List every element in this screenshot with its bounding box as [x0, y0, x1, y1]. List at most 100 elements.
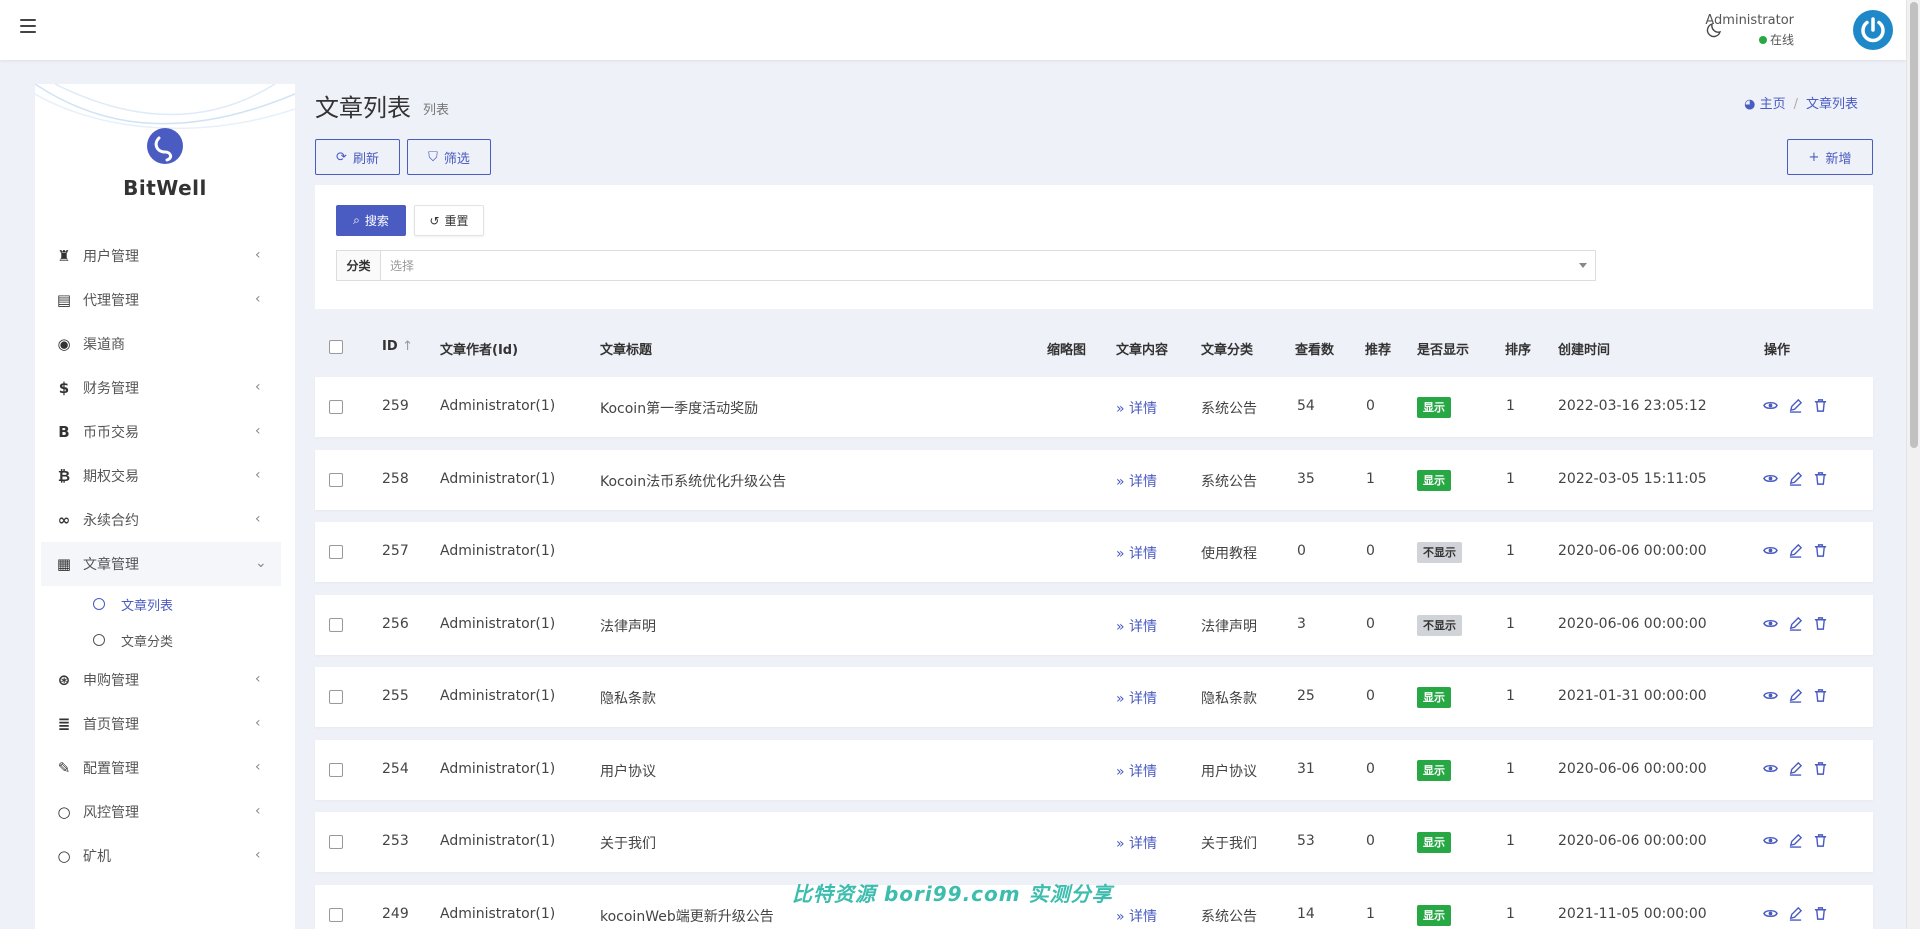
eye-icon[interactable]	[1763, 616, 1778, 631]
refresh-button[interactable]: ⟳ 刷新	[315, 139, 400, 175]
trash-icon[interactable]	[1813, 398, 1828, 413]
detail-link[interactable]: » 详情	[1116, 471, 1157, 491]
trash-icon[interactable]	[1813, 543, 1828, 558]
page-scrollbar[interactable]	[1906, 0, 1920, 929]
status-badge: 显示	[1417, 470, 1451, 491]
cell-title: Kocoin第一季度活动奖励	[600, 401, 759, 417]
sidebar-item-perpetual[interactable]: ∞ 永续合约 ‹	[41, 498, 281, 542]
page-subtitle: 列表	[423, 103, 450, 118]
link-icon: ∞	[57, 511, 71, 529]
detail-link[interactable]: » 详情	[1116, 833, 1157, 853]
cell-id: 259	[382, 398, 409, 414]
detail-link[interactable]: » 详情	[1116, 761, 1157, 781]
edit-icon[interactable]	[1788, 471, 1803, 486]
avatar[interactable]	[1853, 10, 1893, 50]
scrollbar-thumb[interactable]	[1910, 2, 1918, 448]
cell-created: 2020-06-06 00:00:00	[1558, 616, 1707, 632]
eye-icon[interactable]	[1763, 543, 1778, 558]
circle-icon	[93, 634, 105, 646]
detail-link[interactable]: » 详情	[1116, 688, 1157, 708]
sidebar-item-homepage[interactable]: ≣ 首页管理 ‹	[41, 702, 281, 746]
add-button-label: 新增	[1825, 151, 1852, 167]
circle-icon: ○	[57, 803, 71, 821]
sidebar-item-miner[interactable]: ○ 矿机 ‹	[41, 834, 281, 878]
sidebar-item-spot-trading[interactable]: B 币币交易 ‹	[41, 410, 281, 454]
edit-icon[interactable]	[1788, 906, 1803, 921]
edit-icon[interactable]	[1788, 833, 1803, 848]
eye-icon[interactable]	[1763, 833, 1778, 848]
column-id[interactable]: ID ↑	[382, 339, 413, 354]
edit-icon[interactable]	[1788, 398, 1803, 413]
cell-author: Administrator(1)	[440, 688, 556, 704]
detail-link[interactable]: » 详情	[1116, 543, 1157, 563]
eye-icon[interactable]	[1763, 761, 1778, 776]
id-card-icon: ▤	[56, 291, 72, 309]
detail-link[interactable]: » 详情	[1116, 906, 1157, 926]
search-button[interactable]: ⌕ 搜索	[336, 205, 406, 236]
row-checkbox[interactable]	[329, 690, 343, 704]
cell-sort: 1	[1506, 471, 1515, 487]
cell-created: 2021-11-05 00:00:00	[1558, 906, 1707, 922]
search-button-label: 搜索	[364, 214, 389, 228]
table-row: 258 Administrator(1) Kocoin法币系统优化升级公告 » …	[315, 450, 1873, 510]
trash-icon[interactable]	[1813, 688, 1828, 703]
breadcrumb: ◕ 主页 / 文章列表	[1744, 93, 1858, 112]
table-header: ID ↑ 文章作者(Id) 文章标题 缩略图 文章内容 文章分类 查看数 推荐 …	[315, 327, 1873, 367]
eye-icon[interactable]	[1763, 471, 1778, 486]
user-info[interactable]: Administrator 在线	[1705, 13, 1794, 48]
cell-title: 关于我们	[600, 836, 656, 852]
detail-link-label: 详情	[1129, 764, 1158, 780]
sidebar-item-label: 代理管理	[83, 293, 139, 309]
trash-icon[interactable]	[1813, 761, 1828, 776]
row-checkbox[interactable]	[329, 473, 343, 487]
breadcrumb-current[interactable]: 文章列表	[1806, 97, 1858, 112]
detail-link[interactable]: » 详情	[1116, 398, 1157, 418]
select-all-checkbox[interactable]	[329, 340, 343, 354]
row-checkbox[interactable]	[329, 763, 343, 777]
dashboard-icon: ◕	[1744, 97, 1756, 112]
cell-created: 2020-06-06 00:00:00	[1558, 833, 1707, 849]
sidebar-item-options[interactable]: ₿ 期权交易 ‹	[41, 454, 281, 498]
category-select[interactable]: 选择	[381, 251, 1595, 280]
sidebar-item-channels[interactable]: ◉ 渠道商	[41, 322, 281, 366]
caret-down-icon	[1579, 263, 1587, 268]
edit-icon[interactable]	[1788, 543, 1803, 558]
sidebar-item-label: 风控管理	[83, 805, 139, 821]
detail-link[interactable]: » 详情	[1116, 616, 1157, 636]
sidebar-item-config[interactable]: ✎ 配置管理 ‹	[41, 746, 281, 790]
row-checkbox[interactable]	[329, 400, 343, 414]
trash-icon[interactable]	[1813, 906, 1828, 921]
breadcrumb-home[interactable]: 主页	[1760, 97, 1786, 112]
sidebar-item-articles[interactable]: ▦ 文章管理 ⌄	[41, 542, 281, 586]
sidebar-item-users[interactable]: ♜ 用户管理 ‹	[41, 234, 281, 278]
cell-views: 35	[1297, 471, 1315, 487]
row-checkbox[interactable]	[329, 835, 343, 849]
detail-link-label: 详情	[1129, 691, 1158, 707]
chevron-left-icon: ‹	[255, 511, 261, 527]
submenu-item-article-list[interactable]: 文章列表	[41, 586, 281, 622]
row-checkbox[interactable]	[329, 908, 343, 922]
filter-button[interactable]: ⛉ 筛选	[407, 139, 491, 175]
row-checkbox[interactable]	[329, 545, 343, 559]
edit-icon[interactable]	[1788, 688, 1803, 703]
reset-button[interactable]: ↺ 重置	[414, 205, 484, 236]
edit-icon[interactable]	[1788, 616, 1803, 631]
status-badge: 显示	[1417, 687, 1451, 708]
trash-icon[interactable]	[1813, 471, 1828, 486]
edit-icon[interactable]	[1788, 761, 1803, 776]
sidebar-item-subscription[interactable]: ⊛ 申购管理 ‹	[41, 658, 281, 702]
cell-recommend: 0	[1366, 833, 1375, 849]
cell-category: 隐私条款	[1201, 691, 1257, 707]
submenu-item-article-category[interactable]: 文章分类	[41, 622, 281, 658]
eye-icon[interactable]	[1763, 398, 1778, 413]
row-checkbox[interactable]	[329, 618, 343, 632]
eye-icon[interactable]	[1763, 688, 1778, 703]
add-button[interactable]: + 新增	[1787, 139, 1873, 175]
trash-icon[interactable]	[1813, 616, 1828, 631]
sidebar-item-finance[interactable]: $ 财务管理 ‹	[41, 366, 281, 410]
sidebar-item-agents[interactable]: ▤ 代理管理 ‹	[41, 278, 281, 322]
eye-icon[interactable]	[1763, 906, 1778, 921]
sidebar-item-risk[interactable]: ○ 风控管理 ‹	[41, 790, 281, 834]
trash-icon[interactable]	[1813, 833, 1828, 848]
menu-toggle-icon[interactable]	[20, 19, 36, 33]
